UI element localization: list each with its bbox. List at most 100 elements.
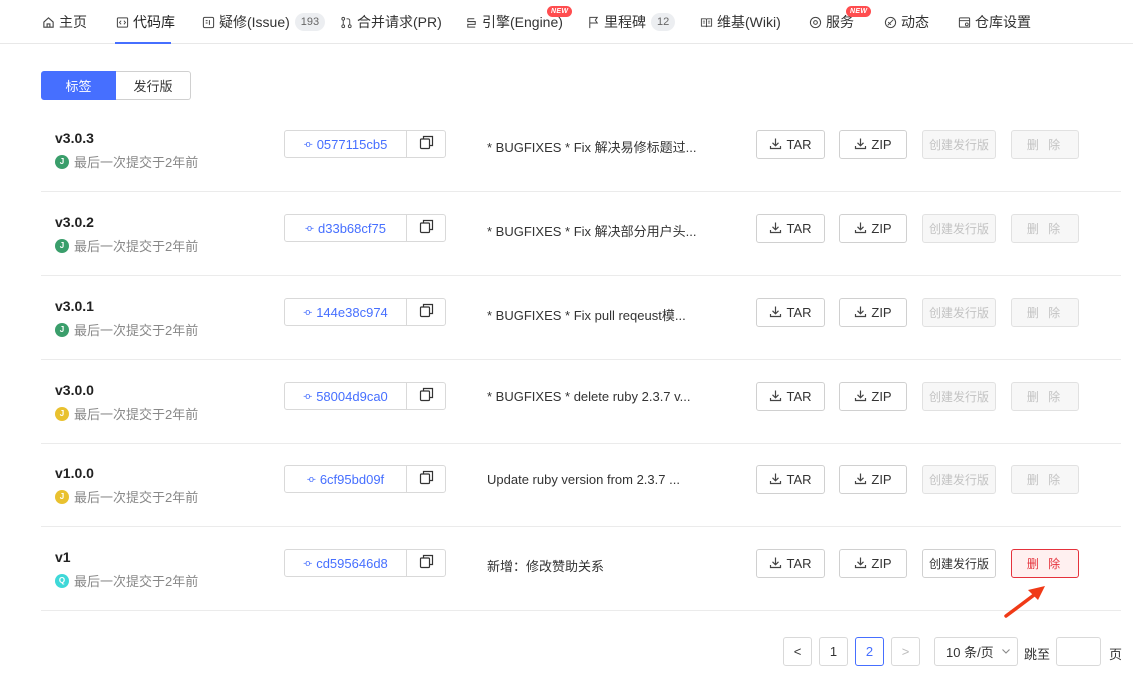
- commit-message: * BUGFIXES * Fix 解决部分用户头...: [487, 224, 697, 239]
- tab-tags[interactable]: 标签: [41, 71, 116, 100]
- tag-name[interactable]: v3.0.2: [55, 214, 94, 230]
- commit-hash-text: d33b68cf75: [318, 220, 386, 236]
- avatar: J: [55, 154, 69, 169]
- download-zip-button[interactable]: ZIP: [839, 549, 907, 578]
- commit-hash-link[interactable]: -o- 0577115cb5: [285, 131, 407, 157]
- tab-releases[interactable]: 发行版: [116, 71, 191, 100]
- merge-icon: [339, 15, 353, 29]
- page-size-select[interactable]: 10 条/页: [934, 637, 1018, 666]
- commit-hash-group: -o- 144e38c974: [284, 298, 446, 326]
- commit-hash-link[interactable]: -o- 58004d9ca0: [285, 383, 407, 409]
- create-release-button[interactable]: 创建发行版: [922, 465, 996, 494]
- delete-tag-button[interactable]: 删 除: [1011, 298, 1079, 327]
- copy-hash-button[interactable]: [407, 299, 445, 325]
- nav-label: 主页: [59, 14, 87, 30]
- tag-name[interactable]: v3.0.3: [55, 130, 94, 146]
- zip-label: ZIP: [871, 556, 892, 571]
- download-tar-button[interactable]: TAR: [756, 465, 825, 494]
- copy-hash-button[interactable]: [407, 215, 445, 241]
- nav-item-issue[interactable]: 疑修(Issue) 193: [201, 0, 326, 44]
- create-release-button[interactable]: 创建发行版: [922, 130, 996, 159]
- nav-item-home[interactable]: 主页: [41, 0, 87, 44]
- next-page-button[interactable]: >: [891, 637, 920, 666]
- download-zip-button[interactable]: ZIP: [839, 130, 907, 159]
- download-tar-button[interactable]: TAR: [756, 549, 825, 578]
- top-nav: 主页 代码库 疑修(Issue) 193 合并请求(PR) 引擎(Engine)…: [0, 0, 1133, 44]
- tar-label: TAR: [786, 472, 812, 487]
- create-release-button[interactable]: 创建发行版: [922, 214, 996, 243]
- commit-hash-link[interactable]: -o-d33b68cf75: [285, 215, 407, 241]
- nav-item-code[interactable]: 代码库: [115, 0, 175, 44]
- zip-label: ZIP: [871, 137, 892, 152]
- last-commit-text: 最后一次提交于2年前: [74, 407, 199, 422]
- service-new-badge: NEW: [846, 6, 872, 17]
- download-tar-button[interactable]: TAR: [756, 214, 825, 243]
- tar-label: TAR: [786, 221, 812, 236]
- download-icon: [854, 221, 871, 237]
- delete-tag-button[interactable]: 删 除: [1011, 130, 1079, 159]
- nav-item-pr[interactable]: 合并请求(PR): [339, 0, 442, 44]
- commit-icon: -o-: [306, 474, 316, 484]
- tar-label: TAR: [786, 389, 812, 404]
- page-button-2[interactable]: 2: [855, 637, 884, 666]
- commit-hash-text: 6cf95bd09f: [319, 471, 385, 487]
- copy-icon: [419, 219, 434, 237]
- tag-name[interactable]: v3.0.0: [55, 382, 94, 398]
- copy-icon: [419, 303, 434, 321]
- download-tar-button[interactable]: TAR: [756, 298, 825, 327]
- commit-hash-link[interactable]: -o-cd595646d8: [285, 550, 407, 576]
- zip-label: ZIP: [871, 221, 892, 236]
- download-icon: [854, 305, 871, 321]
- copy-hash-button[interactable]: [407, 550, 445, 576]
- nav-item-wiki[interactable]: 维基(Wiki): [699, 0, 781, 44]
- delete-tag-button[interactable]: 删 除: [1011, 465, 1079, 494]
- commit-hash-group: -o-cd595646d8: [284, 549, 446, 577]
- tag-row: v1 Q 最后一次提交于2年前 -o-cd595646d8 新增：修改赞助关系 TAR ZI…: [41, 527, 1121, 611]
- delete-tag-button[interactable]: 删 除: [1011, 382, 1079, 411]
- tar-label: TAR: [786, 305, 812, 320]
- nav-item-milestone[interactable]: 里程碑 12: [586, 0, 676, 44]
- create-release-button[interactable]: 创建发行版: [922, 382, 996, 411]
- commit-icon: -o-: [303, 391, 312, 401]
- download-icon: [854, 389, 871, 405]
- copy-hash-button[interactable]: [407, 466, 445, 492]
- zip-label: ZIP: [871, 472, 892, 487]
- tag-name[interactable]: v1: [55, 549, 71, 565]
- commit-message: 新增：修改赞助关系: [487, 559, 605, 574]
- flag-icon: [586, 15, 600, 29]
- download-zip-button[interactable]: ZIP: [839, 382, 907, 411]
- book-icon: [699, 15, 713, 29]
- delete-tag-button[interactable]: 删 除: [1011, 549, 1079, 578]
- nav-item-settings[interactable]: 仓库设置: [957, 0, 1031, 44]
- commit-hash-link[interactable]: -o- 144e38c974: [285, 299, 407, 325]
- create-release-button[interactable]: 创建发行版: [922, 298, 996, 327]
- zip-label: ZIP: [871, 305, 892, 320]
- page-button-1[interactable]: 1: [819, 637, 848, 666]
- nav-label: 仓库设置: [975, 14, 1031, 30]
- copy-hash-button[interactable]: [407, 383, 445, 409]
- tag-name[interactable]: v3.0.1: [55, 298, 94, 314]
- engine-icon: [464, 15, 478, 29]
- download-zip-button[interactable]: ZIP: [839, 465, 907, 494]
- prev-page-button[interactable]: <: [783, 637, 812, 666]
- annotation-arrow-icon: [1004, 586, 1045, 618]
- tag-name[interactable]: v1.0.0: [55, 465, 94, 481]
- download-icon: [769, 556, 786, 572]
- download-zip-button[interactable]: ZIP: [839, 298, 907, 327]
- delete-tag-button[interactable]: 删 除: [1011, 214, 1079, 243]
- download-tar-button[interactable]: TAR: [756, 130, 825, 159]
- create-release-button[interactable]: 创建发行版: [922, 549, 996, 578]
- commit-message: * BUGFIXES * Fix pull reqeust模...: [487, 308, 686, 323]
- copy-icon: [419, 387, 434, 405]
- copy-icon: [419, 135, 434, 153]
- nav-item-activity[interactable]: 动态: [883, 0, 929, 44]
- commit-hash-link[interactable]: -o- 6cf95bd09f: [285, 466, 407, 492]
- copy-hash-button[interactable]: [407, 131, 445, 157]
- jump-label: 跳至: [1024, 647, 1051, 662]
- jump-page-input[interactable]: [1056, 637, 1101, 666]
- active-nav-indicator: [115, 42, 171, 44]
- nav-label: 疑修(Issue): [219, 14, 290, 30]
- download-zip-button[interactable]: ZIP: [839, 214, 907, 243]
- avatar: J: [55, 489, 69, 504]
- download-tar-button[interactable]: TAR: [756, 382, 825, 411]
